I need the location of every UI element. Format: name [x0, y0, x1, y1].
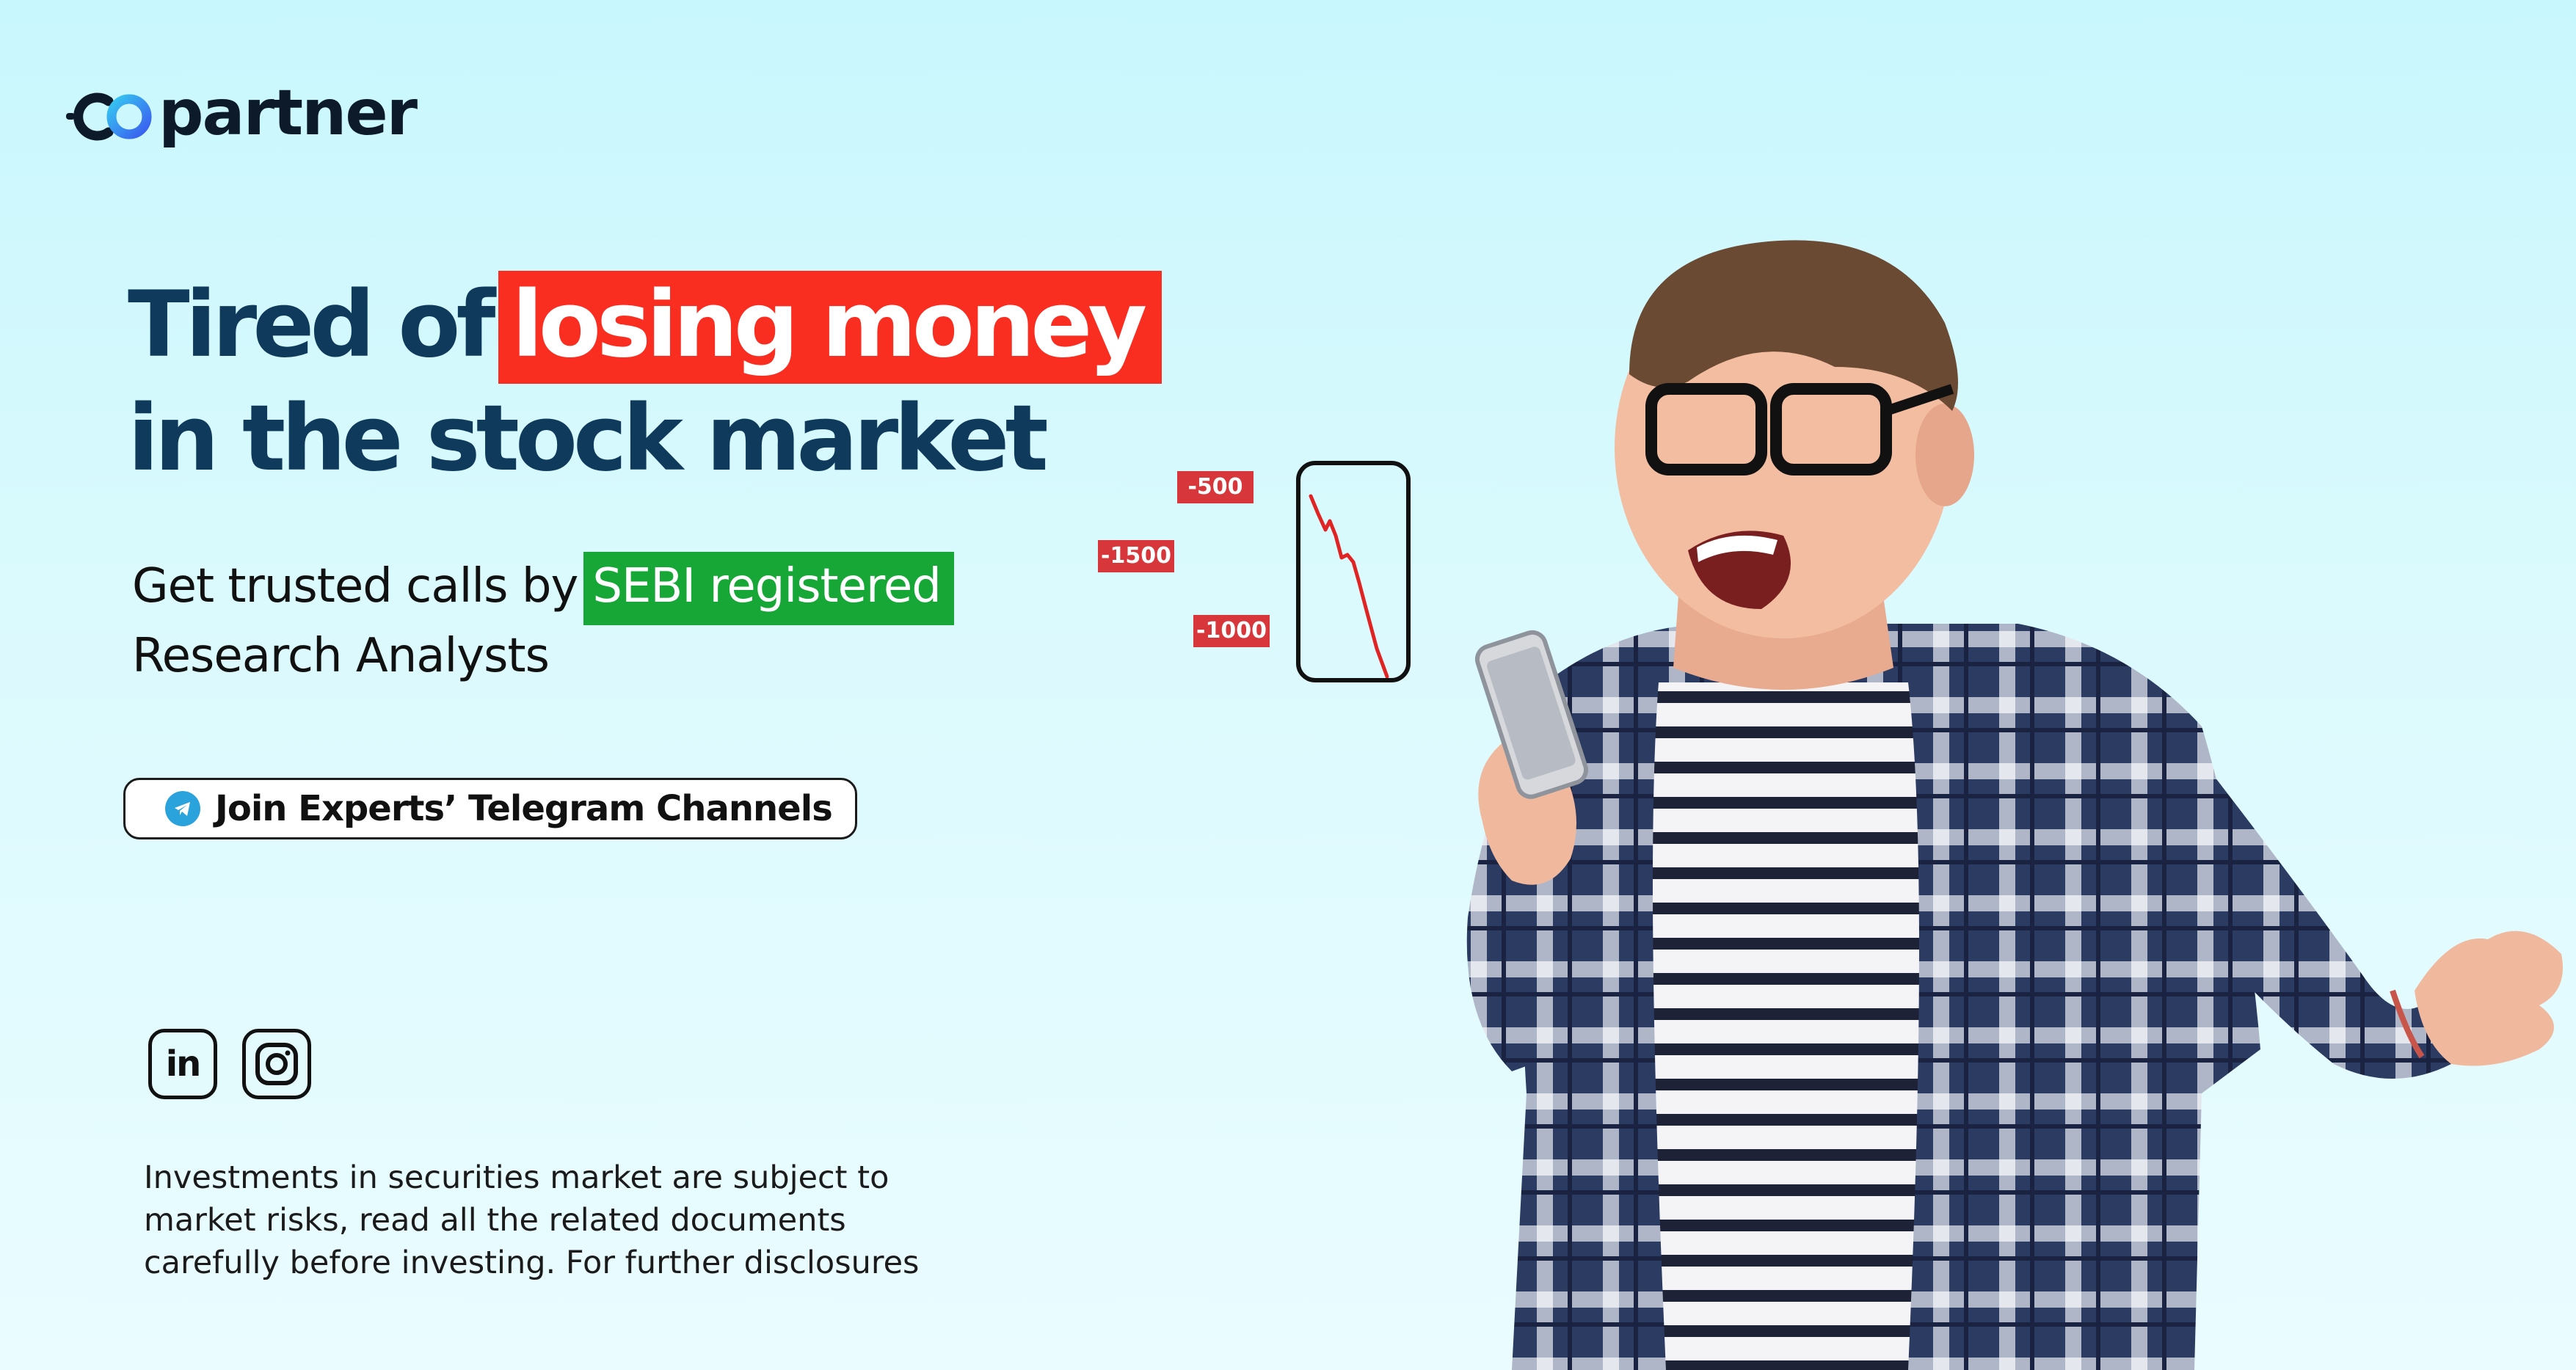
brand-logo[interactable]: partner — [66, 68, 418, 163]
subheadline-line-2: Research Analysts — [132, 629, 550, 683]
disclaimer-line: market risks, read all the related docum… — [144, 1202, 846, 1239]
subheadline: Get trusted calls by SEBI registered Rese… — [132, 552, 954, 687]
instagram-button[interactable] — [242, 1029, 311, 1099]
headline-line-1: Tired of losing money — [128, 270, 1163, 384]
instagram-icon — [255, 1043, 298, 1085]
disclaimer-line: carefully before investing. For further … — [144, 1245, 920, 1281]
frustrated-man-illustration — [1466, 240, 2563, 1370]
disclaimer: Investments in securities market are sub… — [144, 1156, 966, 1284]
headline: Tired of losing money in the stock market — [128, 270, 1163, 494]
headline-line-2: in the stock market — [128, 386, 1049, 492]
headline-prefix: Tired of — [128, 272, 495, 378]
disclaimer-line: Investments in securities market are sub… — [144, 1159, 889, 1196]
logo-text: partner — [159, 76, 418, 150]
copartner-logo-icon — [66, 82, 157, 148]
headline-highlight: losing money — [498, 271, 1163, 384]
telegram-icon — [165, 791, 200, 826]
linkedin-button[interactable]: in — [148, 1029, 217, 1099]
join-telegram-button[interactable]: Join Experts’ Telegram Channels — [123, 778, 857, 839]
join-telegram-label: Join Experts’ Telegram Channels — [215, 788, 833, 829]
loss-tag: -500 — [1177, 471, 1254, 503]
subheadline-line-1: Get trusted calls by SEBI registered — [132, 552, 954, 625]
loss-tag: -1500 — [1098, 540, 1174, 572]
linkedin-icon: in — [165, 1043, 202, 1085]
subheadline-prefix: Get trusted calls by — [132, 559, 578, 613]
subheadline-highlight: SEBI registered — [583, 552, 954, 625]
